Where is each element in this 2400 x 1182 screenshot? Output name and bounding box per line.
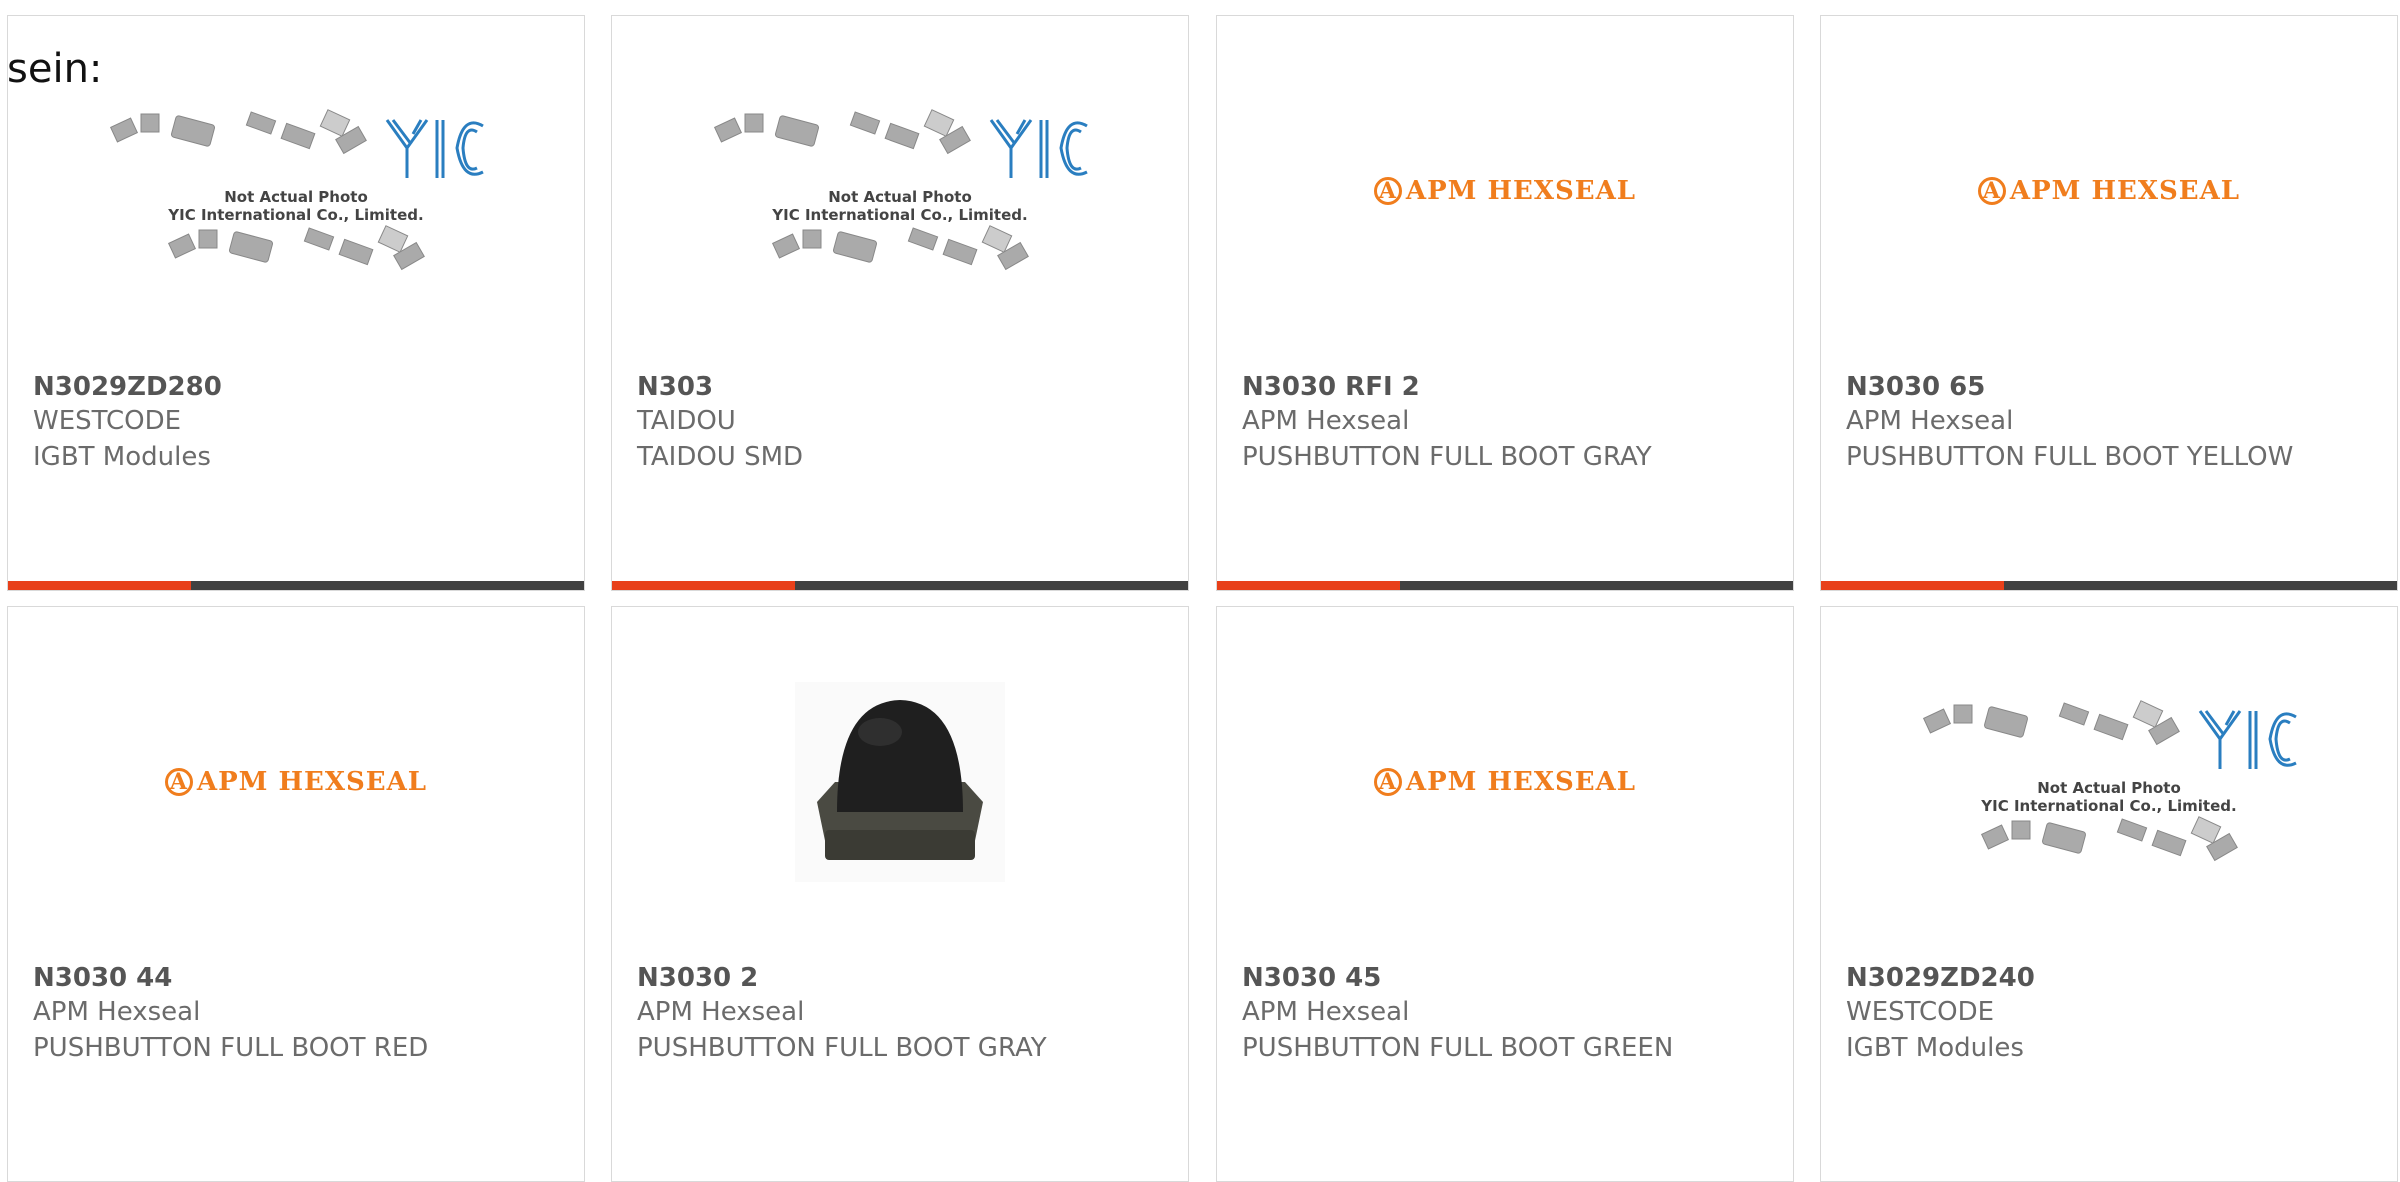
product-card[interactable]: Not Actual Photo YIC International Co., … bbox=[1820, 606, 2398, 1182]
card-underline-bar bbox=[8, 581, 584, 590]
apm-hexseal-logo: A APM HEXSEAL bbox=[1977, 176, 2241, 206]
yic-logo-icon bbox=[2198, 710, 2297, 769]
product-manufacturer: APM Hexseal bbox=[1846, 406, 2014, 436]
yic-caption-2: YIC International Co., Limited. bbox=[168, 206, 424, 224]
card-underline-bar bbox=[612, 581, 1188, 590]
yic-placeholder-image: Not Actual Photo YIC International Co., … bbox=[1916, 695, 2301, 869]
yic-logo-icon bbox=[385, 119, 484, 178]
apm-circle-icon: A bbox=[1373, 177, 1402, 205]
apm-circle-icon: A bbox=[164, 768, 193, 796]
product-grid: Not Actual Photo YIC International Co., … bbox=[0, 0, 2400, 1182]
product-image[interactable]: A APM HEXSEAL bbox=[8, 607, 584, 957]
apm-hexseal-logo: A APM HEXSEAL bbox=[164, 767, 428, 797]
product-part-number[interactable]: N3029ZD240 bbox=[1846, 963, 2035, 993]
apm-circle-icon: A bbox=[1373, 768, 1402, 796]
card-underline-accent bbox=[1217, 581, 1400, 590]
product-card[interactable]: Not Actual Photo YIC International Co., … bbox=[7, 15, 585, 591]
header-fragment: sein: bbox=[7, 46, 103, 92]
yic-caption-1: Not Actual Photo bbox=[224, 188, 368, 206]
product-image[interactable]: A APM HEXSEAL bbox=[1821, 16, 2397, 366]
product-description: PUSHBUTTON FULL BOOT RED bbox=[33, 1033, 429, 1063]
product-card[interactable]: N3030 2 APM Hexseal PUSHBUTTON FULL BOOT… bbox=[611, 606, 1189, 1182]
yic-caption-2: YIC International Co., Limited. bbox=[772, 206, 1028, 224]
product-manufacturer: APM Hexseal bbox=[33, 997, 201, 1027]
product-description: PUSHBUTTON FULL BOOT YELLOW bbox=[1846, 442, 2294, 472]
product-image[interactable] bbox=[612, 607, 1188, 957]
product-manufacturer: WESTCODE bbox=[33, 406, 182, 436]
product-description: PUSHBUTTON FULL BOOT GRAY bbox=[1242, 442, 1652, 472]
apm-logo-text: APM HEXSEAL bbox=[1405, 767, 1637, 797]
card-underline-bar bbox=[1821, 581, 2397, 590]
product-description: IGBT Modules bbox=[1846, 1033, 2024, 1063]
product-card[interactable]: Not Actual Photo YIC International Co., … bbox=[611, 15, 1189, 591]
product-image[interactable]: A APM HEXSEAL bbox=[1217, 607, 1793, 957]
card-underline-accent bbox=[1821, 581, 2004, 590]
product-card[interactable]: A APM HEXSEAL N3030 45 APM Hexseal PUSHB… bbox=[1216, 606, 1794, 1182]
black-boot-photo bbox=[795, 682, 1005, 882]
yic-placeholder-image: Not Actual Photo YIC International Co., … bbox=[707, 104, 1092, 278]
product-description: PUSHBUTTON FULL BOOT GREEN bbox=[1242, 1033, 1674, 1063]
product-part-number[interactable]: N3030 RFI 2 bbox=[1242, 372, 1420, 402]
product-manufacturer: APM Hexseal bbox=[1242, 997, 1410, 1027]
yic-caption-2: YIC International Co., Limited. bbox=[1981, 797, 2237, 815]
product-image[interactable]: Not Actual Photo YIC International Co., … bbox=[1821, 607, 2397, 957]
product-description: IGBT Modules bbox=[33, 442, 211, 472]
product-card[interactable]: A APM HEXSEAL N3030 65 APM Hexseal PUSHB… bbox=[1820, 15, 2398, 591]
yic-caption-1: Not Actual Photo bbox=[2037, 779, 2181, 797]
product-manufacturer: APM Hexseal bbox=[637, 997, 805, 1027]
apm-hexseal-logo: A APM HEXSEAL bbox=[1373, 176, 1637, 206]
product-part-number[interactable]: N3029ZD280 bbox=[33, 372, 222, 402]
card-underline-bar bbox=[1217, 581, 1793, 590]
product-part-number[interactable]: N3030 2 bbox=[637, 963, 758, 993]
apm-logo-text: APM HEXSEAL bbox=[2009, 176, 2241, 206]
product-part-number[interactable]: N303 bbox=[637, 372, 713, 402]
card-underline-accent bbox=[8, 581, 191, 590]
product-card[interactable]: A APM HEXSEAL N3030 RFI 2 APM Hexseal PU… bbox=[1216, 15, 1794, 591]
apm-circle-icon: A bbox=[1977, 177, 2006, 205]
product-image[interactable]: A APM HEXSEAL bbox=[1217, 16, 1793, 366]
apm-hexseal-logo: A APM HEXSEAL bbox=[1373, 767, 1637, 797]
product-image[interactable]: Not Actual Photo YIC International Co., … bbox=[612, 16, 1188, 366]
product-manufacturer: TAIDOU bbox=[637, 406, 736, 436]
yic-caption-1: Not Actual Photo bbox=[828, 188, 972, 206]
product-part-number[interactable]: N3030 44 bbox=[33, 963, 172, 993]
apm-logo-text: APM HEXSEAL bbox=[196, 767, 428, 797]
apm-logo-text: APM HEXSEAL bbox=[1405, 176, 1637, 206]
product-manufacturer: APM Hexseal bbox=[1242, 406, 1410, 436]
yic-placeholder-image: Not Actual Photo YIC International Co., … bbox=[103, 104, 488, 278]
card-underline-accent bbox=[612, 581, 795, 590]
product-manufacturer: WESTCODE bbox=[1846, 997, 1995, 1027]
product-part-number[interactable]: N3030 45 bbox=[1242, 963, 1381, 993]
product-description: TAIDOU SMD bbox=[637, 442, 804, 472]
product-card[interactable]: A APM HEXSEAL N3030 44 APM Hexseal PUSHB… bbox=[7, 606, 585, 1182]
product-description: PUSHBUTTON FULL BOOT GRAY bbox=[637, 1033, 1047, 1063]
yic-logo-icon bbox=[989, 119, 1088, 178]
product-part-number[interactable]: N3030 65 bbox=[1846, 372, 1985, 402]
